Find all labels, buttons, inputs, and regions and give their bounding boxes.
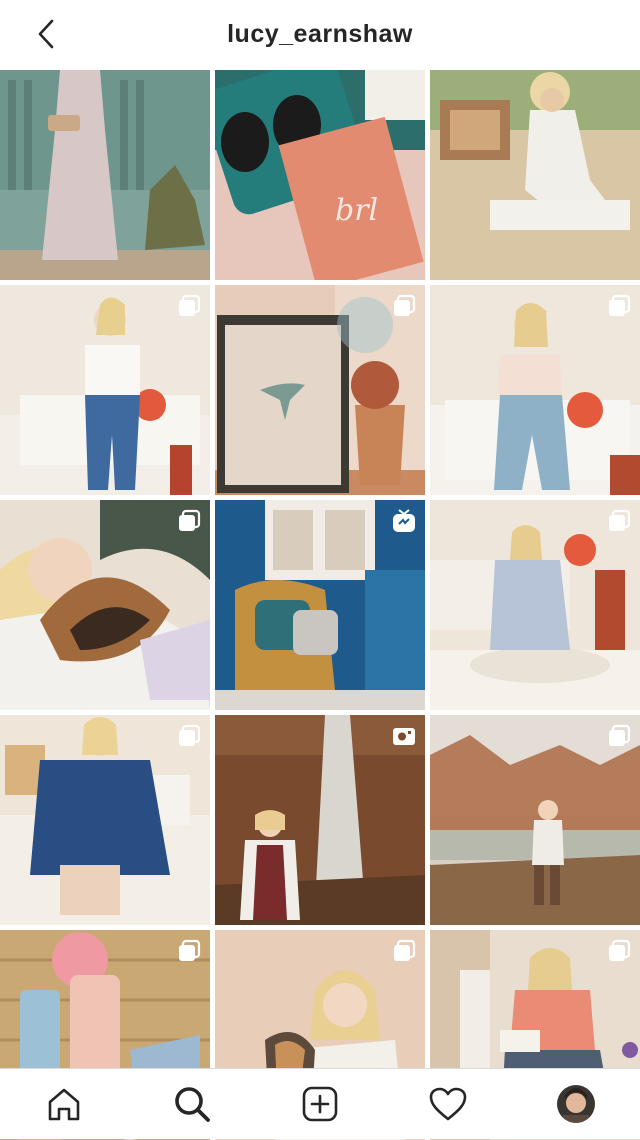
- post-tile[interactable]: [215, 715, 425, 925]
- carousel-icon: [609, 294, 631, 316]
- plus-square-icon: [302, 1086, 338, 1122]
- post-grid: brl: [0, 70, 640, 1140]
- carousel-icon: [179, 509, 201, 531]
- carousel-icon: [394, 939, 416, 961]
- post-tile[interactable]: brl: [215, 70, 425, 280]
- avatar-image: [557, 1085, 595, 1123]
- nav-activity-button[interactable]: [384, 1069, 512, 1139]
- nav-new-post-button[interactable]: [256, 1069, 384, 1139]
- carousel-icon: [609, 939, 631, 961]
- carousel-icon: [609, 509, 631, 531]
- video-icon: [393, 728, 415, 745]
- post-tile[interactable]: [0, 70, 210, 280]
- post-image: [430, 70, 640, 280]
- nav-search-button[interactable]: [128, 1069, 256, 1139]
- search-icon: [175, 1087, 210, 1122]
- post-tile[interactable]: [0, 715, 210, 925]
- carousel-icon: [179, 294, 201, 316]
- post-image: brl: [215, 70, 425, 280]
- carousel-icon: [179, 724, 201, 746]
- carousel-icon: [179, 939, 201, 961]
- svg-text:brl: brl: [335, 193, 378, 228]
- nav-profile-button[interactable]: [512, 1069, 640, 1139]
- post-tile[interactable]: [0, 500, 210, 710]
- top-bar: lucy_earnshaw: [0, 0, 640, 68]
- post-tile[interactable]: [215, 500, 425, 710]
- post-tile[interactable]: [430, 715, 640, 925]
- bottom-nav-bar: [0, 1068, 640, 1139]
- profile-username: lucy_earnshaw: [227, 20, 413, 48]
- carousel-icon: [394, 294, 416, 316]
- home-icon: [48, 1088, 80, 1121]
- post-tile[interactable]: [430, 500, 640, 710]
- post-tile[interactable]: [0, 285, 210, 495]
- avatar: [557, 1085, 595, 1123]
- post-tile[interactable]: [215, 285, 425, 495]
- igtv-icon: [393, 509, 415, 532]
- nav-home-button[interactable]: [0, 1069, 128, 1139]
- post-tile[interactable]: [430, 70, 640, 280]
- post-image: [0, 70, 210, 280]
- heart-icon: [429, 1087, 467, 1121]
- carousel-icon: [609, 724, 631, 746]
- post-tile[interactable]: [430, 285, 640, 495]
